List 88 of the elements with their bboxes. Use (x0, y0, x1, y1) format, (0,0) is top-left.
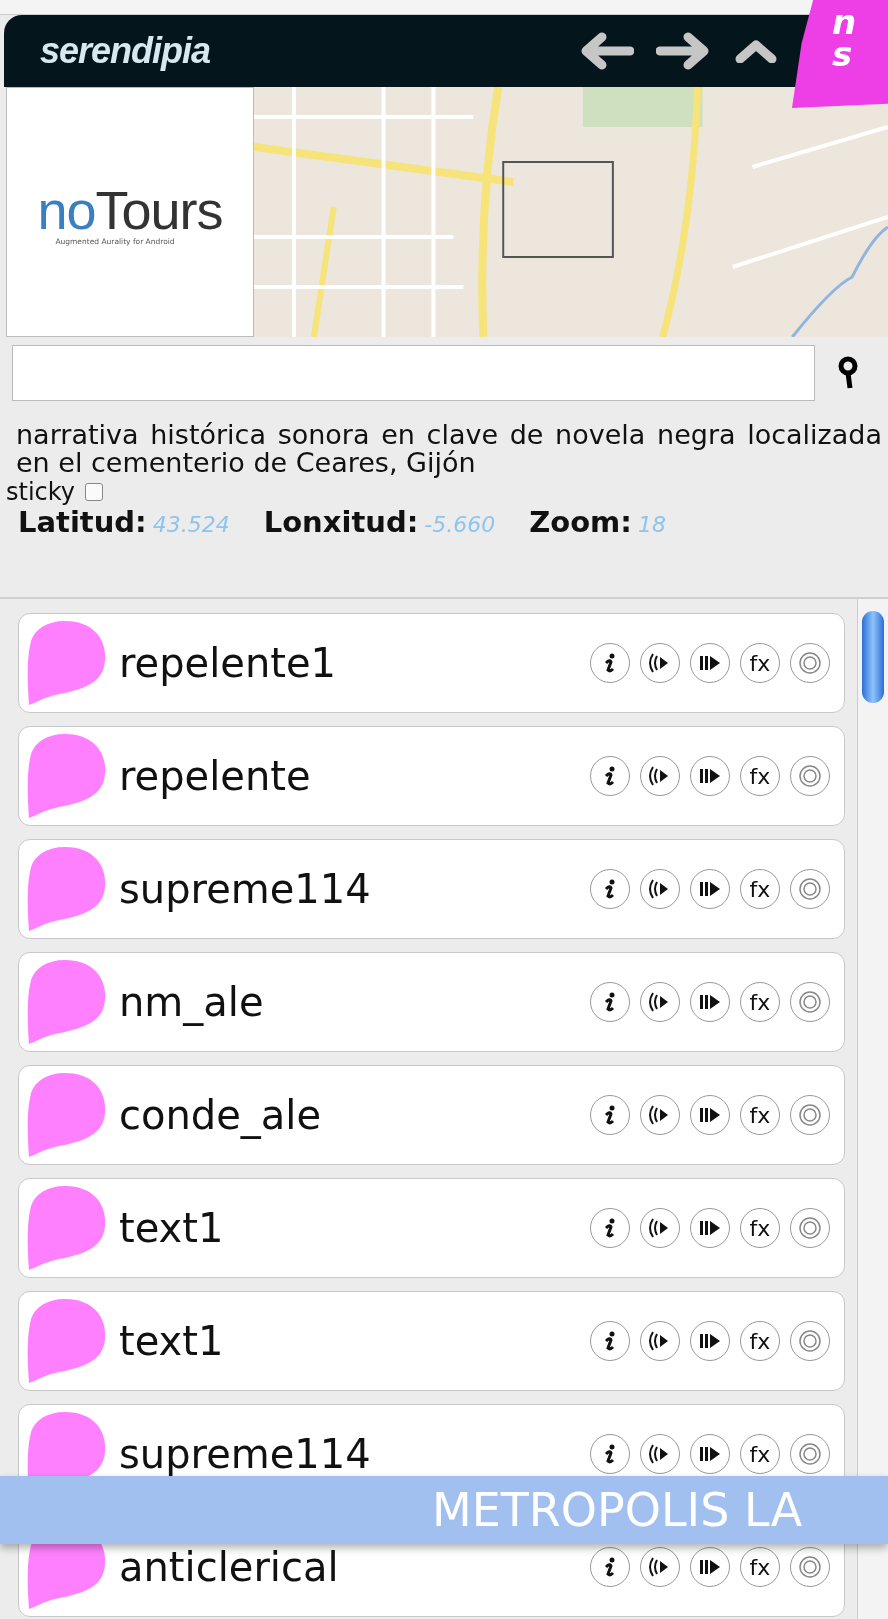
fx-button[interactable]: fx (740, 1208, 780, 1248)
coord-value: 43.524 (152, 512, 230, 537)
rings-icon (797, 876, 823, 902)
track-name: text1 (119, 1208, 224, 1248)
coord-label: Lonxitud: (263, 505, 419, 539)
pin-icon (27, 1299, 107, 1383)
target-button[interactable] (790, 1095, 830, 1135)
info-button[interactable] (590, 1321, 630, 1361)
target-button[interactable] (790, 869, 830, 909)
track-item[interactable]: repelente1 fx (18, 613, 845, 713)
sound-button[interactable] (640, 1208, 680, 1248)
target-button[interactable] (790, 982, 830, 1022)
play-button[interactable] (690, 1208, 730, 1248)
play-button[interactable] (690, 982, 730, 1022)
coord-label: Zoom: (529, 505, 632, 539)
info-button[interactable] (590, 1208, 630, 1248)
description: narrativa histórica sonora en clave de novela negra localizada en el cementerio de Ceares, Gijón (16, 421, 882, 477)
info-button[interactable] (590, 1434, 630, 1474)
sound-button[interactable] (640, 1434, 680, 1474)
app-title: serendipia (40, 30, 211, 72)
info-button[interactable] (590, 643, 630, 683)
rings-icon (797, 650, 823, 676)
play-button[interactable] (690, 756, 730, 796)
rings-icon (797, 989, 823, 1015)
play-button[interactable] (690, 1321, 730, 1361)
fx-button[interactable]: fx (740, 982, 780, 1022)
track-name: text1 (119, 1321, 224, 1361)
fx-button[interactable]: fx (740, 1547, 780, 1587)
scrollbar[interactable] (857, 599, 888, 1619)
track-item[interactable]: repelente fx (18, 726, 845, 826)
fx-button[interactable]: fx (740, 1095, 780, 1135)
pin-icon (27, 734, 107, 818)
badge-text: s (832, 38, 854, 70)
info-button[interactable] (590, 1547, 630, 1587)
search-field[interactable] (12, 345, 815, 401)
track-item[interactable]: supreme114 fx (18, 839, 845, 939)
track-item[interactable]: conde_ale fx (18, 1065, 845, 1165)
track-name: anticlerical (119, 1547, 339, 1587)
play-button[interactable] (690, 1434, 730, 1474)
pin-icon (27, 847, 107, 931)
target-button[interactable] (790, 1547, 830, 1587)
rings-icon (797, 1328, 823, 1354)
pin-icon (27, 621, 107, 705)
fx-button[interactable]: fx (740, 756, 780, 796)
up-caret-icon[interactable] (734, 39, 778, 63)
coord-value: 18 (637, 512, 666, 537)
sound-button[interactable] (640, 1321, 680, 1361)
info-button[interactable] (590, 869, 630, 909)
fx-button[interactable]: fx (740, 869, 780, 909)
rings-icon (797, 763, 823, 789)
sound-button[interactable] (640, 643, 680, 683)
info-button[interactable] (590, 756, 630, 796)
sticky-checkbox[interactable] (85, 483, 104, 501)
rings-icon (797, 1102, 823, 1128)
target-button[interactable] (790, 756, 830, 796)
target-button[interactable] (790, 1208, 830, 1248)
target-button[interactable] (790, 1321, 830, 1361)
fx-button[interactable]: fx (740, 643, 780, 683)
fx-button[interactable]: fx (740, 1434, 780, 1474)
rings-icon (797, 1441, 823, 1467)
target-button[interactable] (790, 1434, 830, 1474)
sound-button[interactable] (640, 1095, 680, 1135)
sticky-label: sticky (6, 478, 76, 506)
rings-icon (797, 1215, 823, 1241)
target-button[interactable] (790, 643, 830, 683)
track-item[interactable]: text1 fx (18, 1291, 845, 1391)
play-button[interactable] (690, 643, 730, 683)
rings-icon (797, 1554, 823, 1580)
pin-icon (27, 960, 107, 1044)
badge-text: n (832, 6, 858, 38)
track-item[interactable]: nm_ale fx (18, 952, 845, 1052)
sound-button[interactable] (640, 982, 680, 1022)
play-button[interactable] (690, 1095, 730, 1135)
coord-value: -5.660 (424, 512, 496, 537)
play-button[interactable] (690, 869, 730, 909)
coord-label: Latitud: (18, 505, 147, 539)
track-item[interactable]: text1 fx (18, 1178, 845, 1278)
info-button[interactable] (590, 982, 630, 1022)
fx-button[interactable]: fx (740, 1321, 780, 1361)
play-button[interactable] (690, 1547, 730, 1587)
info-button[interactable] (590, 1095, 630, 1135)
search-icon[interactable] (837, 356, 859, 390)
pin-icon (27, 1186, 107, 1270)
sound-button[interactable] (640, 1547, 680, 1587)
track-name: supreme114 (119, 1434, 371, 1474)
sound-button[interactable] (640, 869, 680, 909)
pin-icon (27, 1073, 107, 1157)
sound-button[interactable] (640, 756, 680, 796)
